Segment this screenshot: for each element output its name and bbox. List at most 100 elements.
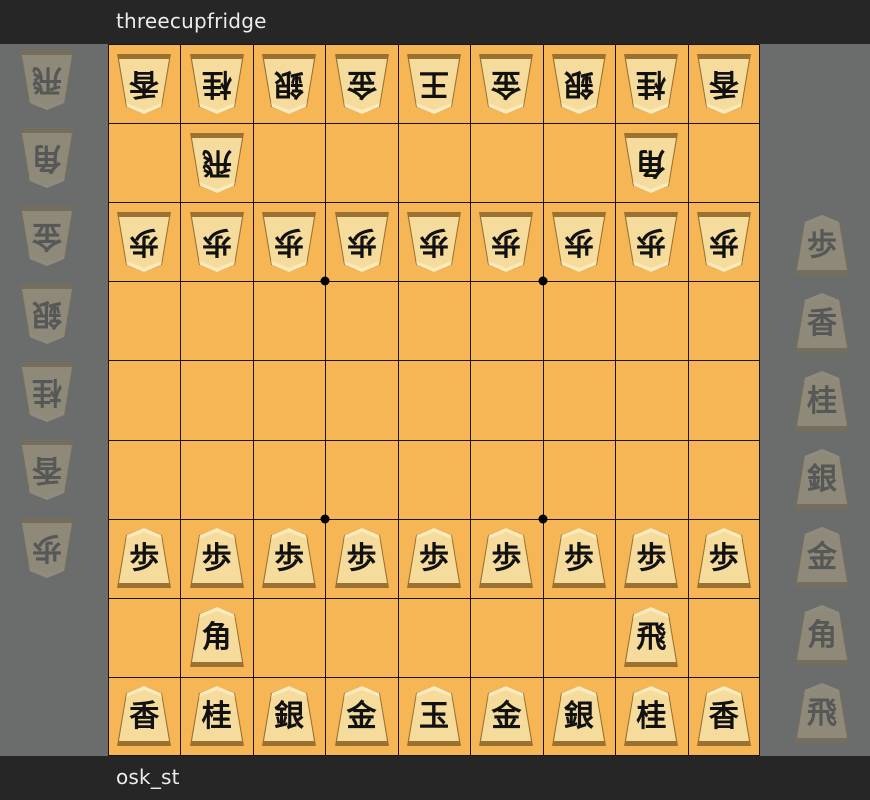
sente-piece-歩[interactable]: 歩 [114,525,174,591]
gote-piece-香[interactable]: 香 [694,51,754,117]
piece-glyph: 歩 [129,541,160,577]
gote-piece-歩[interactable]: 歩 [694,209,754,275]
gote-hand-piece-飛[interactable]: 飛 [17,47,77,113]
piece-glyph: 歩 [201,223,232,259]
sente-piece-角[interactable]: 角 [187,604,247,670]
piece-glyph: 歩 [201,541,232,577]
sente-piece-歩[interactable]: 歩 [549,525,609,591]
piece-glyph: 桂 [636,65,667,101]
gote-piece-金[interactable]: 金 [332,51,392,117]
top-player-name[interactable]: threecupfridge [116,9,267,33]
sente-hand-piece-歩[interactable]: 歩 [792,212,852,278]
gote-piece-歩[interactable]: 歩 [621,209,681,275]
gote-piece-歩[interactable]: 歩 [476,209,536,275]
board-file-line [108,44,109,756]
sente-hand-piece-銀[interactable]: 銀 [792,446,852,512]
board-file-line [759,44,760,756]
sente-piece-歩[interactable]: 歩 [476,525,536,591]
board-file-line [325,44,326,756]
gote-hand-piece-歩[interactable]: 歩 [17,515,77,581]
piece-glyph: 歩 [563,223,594,259]
piece-glyph: 歩 [807,228,837,263]
piece-glyph: 歩 [419,541,449,577]
gote-hand-piece-桂[interactable]: 桂 [17,359,77,425]
sente-hand-piece-飛[interactable]: 飛 [792,680,852,746]
piece-glyph: 金 [346,65,377,101]
gote-piece-角[interactable]: 角 [621,130,681,196]
piece-glyph: 玉 [419,699,449,735]
star-point [320,276,330,286]
sente-piece-歩[interactable]: 歩 [187,525,247,591]
gote-piece-銀[interactable]: 銀 [549,51,609,117]
sente-piece-銀[interactable]: 銀 [259,683,319,749]
sente-piece-銀[interactable]: 銀 [549,683,609,749]
piece-glyph: 銀 [274,65,305,101]
board-file-line [180,44,181,756]
sente-piece-桂[interactable]: 桂 [621,683,681,749]
board-rank-line [108,44,760,45]
board-file-line [543,44,544,756]
sente-piece-歩[interactable]: 歩 [259,525,319,591]
star-point [320,514,330,524]
gote-piece-桂[interactable]: 桂 [621,51,681,117]
piece-glyph: 飛 [807,696,837,731]
sente-piece-歩[interactable]: 歩 [621,525,681,591]
sente-piece-桂[interactable]: 桂 [187,683,247,749]
sente-hand-piece-桂[interactable]: 桂 [792,368,852,434]
bottom-player-name[interactable]: osk_st [116,765,180,789]
gote-hand-piece-金[interactable]: 金 [17,203,77,269]
sente-piece-金[interactable]: 金 [332,683,392,749]
sente-piece-金[interactable]: 金 [476,683,536,749]
gote-hand-piece-香[interactable]: 香 [17,437,77,503]
shogi-board[interactable]: 香桂銀金王金銀桂香飛角歩歩歩歩歩歩歩歩歩歩歩歩歩歩歩歩歩歩角飛香桂銀金玉金銀桂香 [108,44,760,756]
piece-glyph: 歩 [419,223,449,259]
piece-glyph: 歩 [32,530,62,565]
gote-hand-piece-銀[interactable]: 銀 [17,281,77,347]
sente-hand-piece-香[interactable]: 香 [792,290,852,356]
board-rank-line [108,519,760,520]
top-player-bar: threecupfridge [0,0,870,44]
sente-piece-歩[interactable]: 歩 [332,525,392,591]
piece-glyph: 歩 [346,541,377,577]
piece-glyph: 角 [807,618,837,653]
sente-piece-歩[interactable]: 歩 [694,525,754,591]
board-rank-line [108,123,760,124]
gote-piece-歩[interactable]: 歩 [549,209,609,275]
piece-glyph: 香 [708,699,739,735]
gote-piece-銀[interactable]: 銀 [259,51,319,117]
piece-glyph: 角 [32,140,62,175]
sente-piece-歩[interactable]: 歩 [404,525,464,591]
gote-piece-香[interactable]: 香 [114,51,174,117]
piece-glyph: 歩 [491,541,522,577]
gote-piece-歩[interactable]: 歩 [404,209,464,275]
piece-glyph: 銀 [563,699,594,735]
gote-hand-piece-角[interactable]: 角 [17,125,77,191]
piece-glyph: 角 [636,144,667,180]
gote-piece-歩[interactable]: 歩 [187,209,247,275]
gote-piece-歩[interactable]: 歩 [114,209,174,275]
piece-glyph: 金 [32,218,62,253]
sente-piece-香[interactable]: 香 [694,683,754,749]
sente-hand-piece-角[interactable]: 角 [792,602,852,668]
piece-glyph: 歩 [274,541,305,577]
piece-glyph: 王 [419,65,449,101]
board-rank-line [108,598,760,599]
piece-glyph: 香 [807,306,837,341]
sente-piece-玉[interactable]: 玉 [404,683,464,749]
sente-piece-香[interactable]: 香 [114,683,174,749]
piece-glyph: 桂 [201,65,232,101]
board-rank-line [108,360,760,361]
piece-glyph: 歩 [636,223,667,259]
sente-piece-飛[interactable]: 飛 [621,604,681,670]
sente-hand-piece-金[interactable]: 金 [792,524,852,590]
gote-piece-桂[interactable]: 桂 [187,51,247,117]
board-file-line [253,44,254,756]
gote-piece-歩[interactable]: 歩 [332,209,392,275]
gote-piece-王[interactable]: 王 [404,51,464,117]
piece-glyph: 歩 [346,223,377,259]
piece-glyph: 桂 [807,384,837,419]
gote-piece-金[interactable]: 金 [476,51,536,117]
gote-piece-歩[interactable]: 歩 [259,209,319,275]
piece-glyph: 金 [491,699,522,735]
gote-piece-飛[interactable]: 飛 [187,130,247,196]
